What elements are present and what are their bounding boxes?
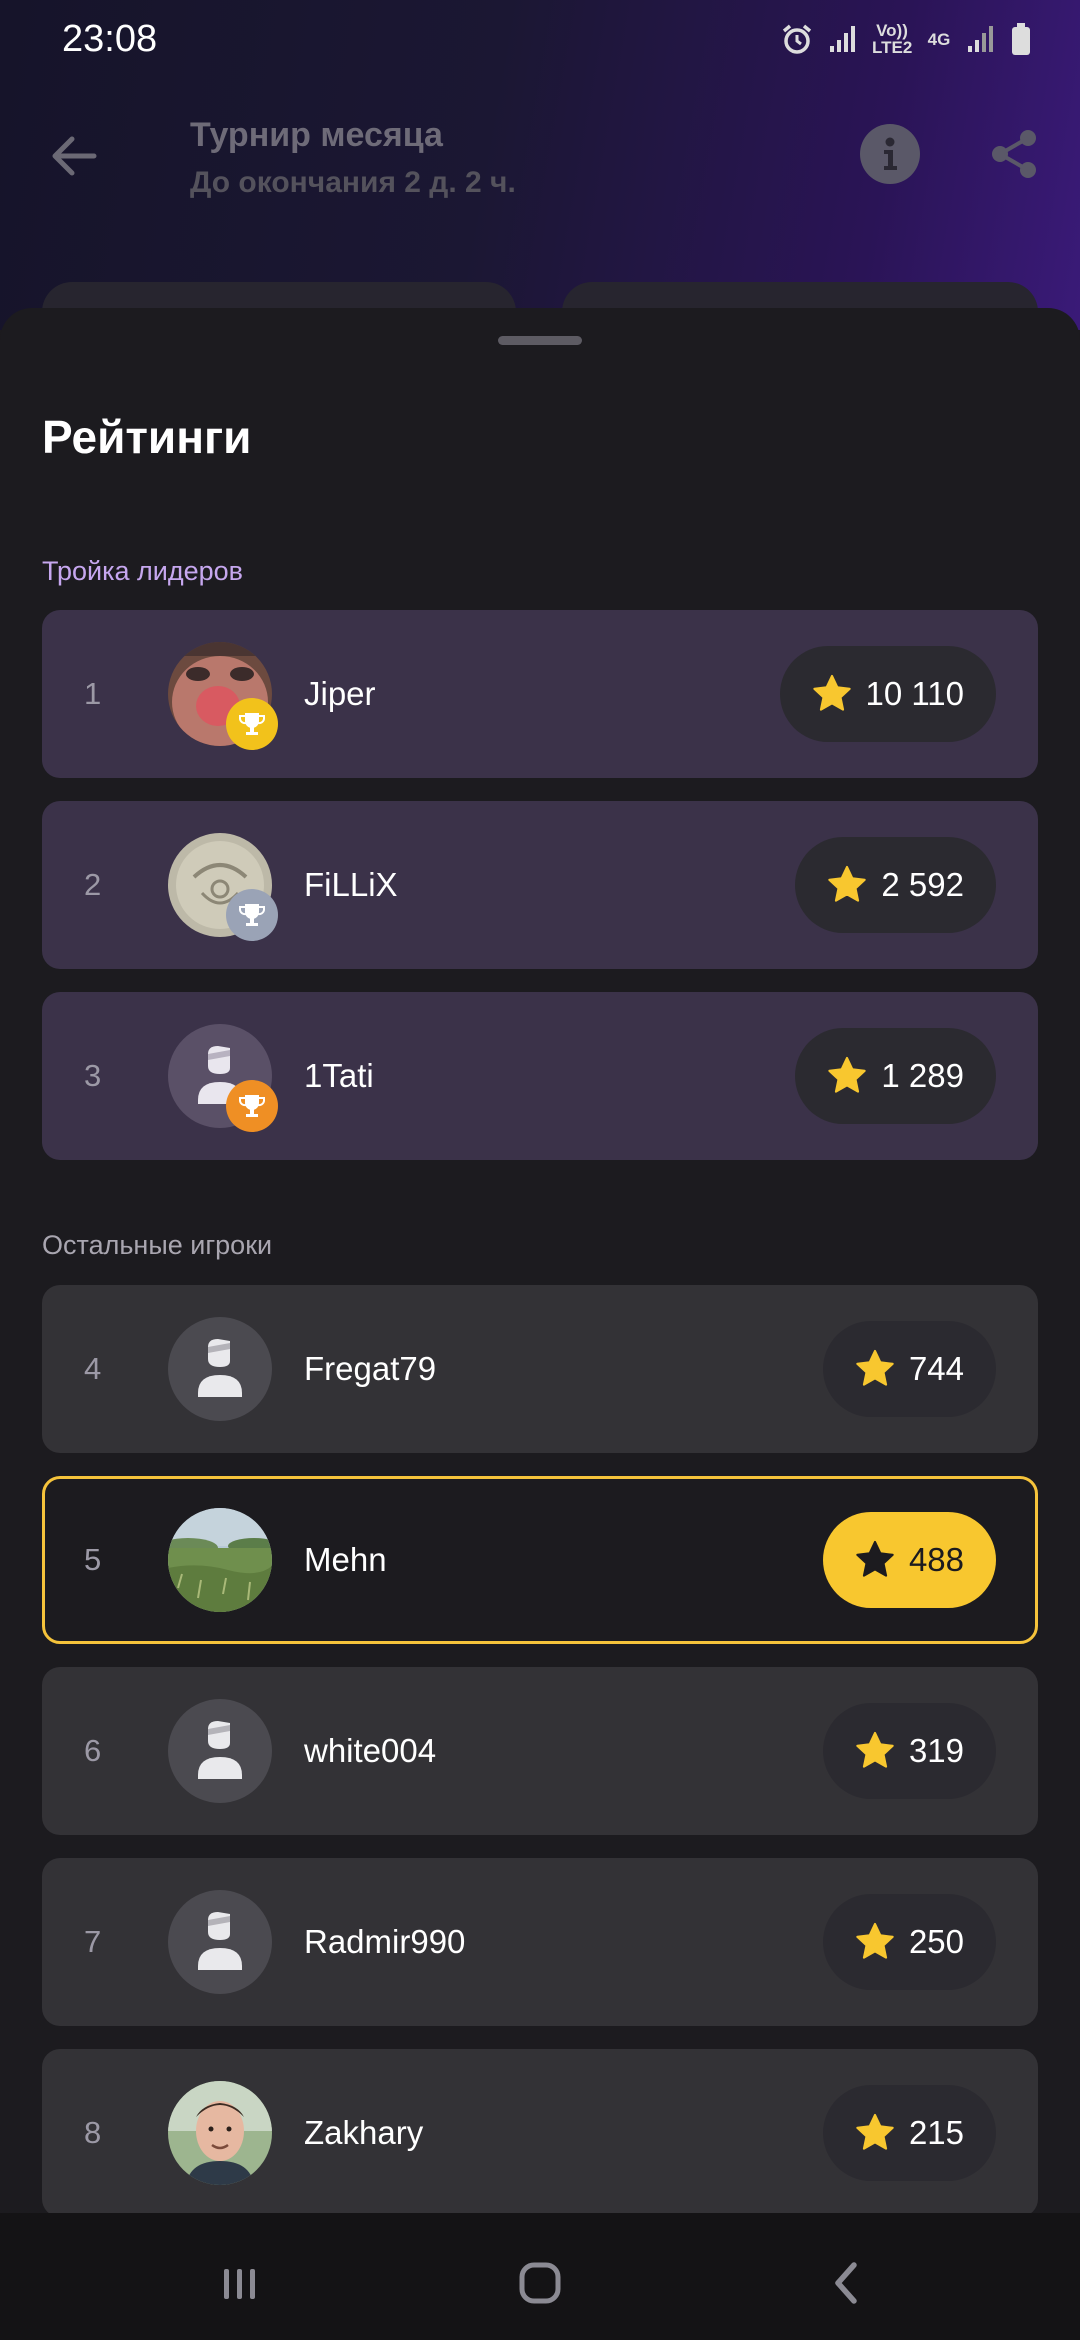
app-bar: Турнир месяца До окончания 2 д. 2 ч. bbox=[0, 100, 1080, 210]
default-avatar bbox=[168, 1890, 272, 1994]
star-icon bbox=[856, 1922, 894, 1959]
star-icon bbox=[812, 674, 851, 711]
alarm-icon bbox=[782, 24, 812, 54]
player-name: white004 bbox=[304, 1732, 437, 1769]
star-icon bbox=[828, 865, 867, 902]
score-value: 1 289 bbox=[881, 1057, 964, 1094]
score-pill: 250 bbox=[822, 1894, 996, 1990]
player-name: Zakhary bbox=[304, 2114, 424, 2151]
rank-number: 7 bbox=[84, 1924, 102, 1959]
leaderboard-row[interactable]: 1 Jiper 10 110 bbox=[42, 610, 1038, 778]
back-arrow-icon[interactable] bbox=[44, 126, 104, 186]
other-section-label: Остальные игроки bbox=[42, 1230, 273, 1260]
rank-number: 5 bbox=[84, 1542, 102, 1577]
star-icon bbox=[828, 1056, 867, 1093]
status-time: 23:08 bbox=[62, 18, 158, 60]
player-name: Fregat79 bbox=[304, 1350, 437, 1387]
rank-number: 4 bbox=[84, 1351, 102, 1386]
status-bar: 23:08 Vo)) LTE2 4G bbox=[0, 0, 1080, 80]
score-value: 2 592 bbox=[881, 866, 964, 903]
score-value: 215 bbox=[908, 2114, 964, 2151]
page-title: Турнир месяца bbox=[190, 116, 443, 154]
leaderboard-row[interactable]: 8 Zakhary 215 bbox=[42, 2049, 1038, 2217]
player-name: Radmir990 bbox=[304, 1923, 466, 1960]
system-navigation-bar bbox=[0, 2213, 1080, 2340]
rank-number: 6 bbox=[84, 1733, 102, 1768]
rank-number: 3 bbox=[84, 1058, 102, 1093]
info-icon bbox=[884, 137, 897, 170]
star-icon bbox=[856, 1349, 894, 1386]
trophy-icon bbox=[239, 904, 265, 926]
silver-trophy-badge bbox=[226, 889, 278, 941]
top-section-label: Тройка лидеров bbox=[42, 556, 243, 586]
trophy-icon bbox=[239, 1095, 265, 1117]
player-name: FiLLiX bbox=[304, 866, 398, 903]
avatar bbox=[168, 2081, 272, 2185]
status-icons: Vo)) LTE2 4G bbox=[780, 22, 1032, 56]
recent-apps-icon[interactable] bbox=[210, 2253, 270, 2313]
star-icon bbox=[856, 1731, 894, 1768]
gold-trophy-badge bbox=[226, 698, 278, 750]
back-icon[interactable] bbox=[816, 2253, 876, 2313]
score-pill: 744 bbox=[822, 1321, 996, 1417]
rank-number: 2 bbox=[84, 867, 102, 902]
signal-icon bbox=[830, 26, 855, 52]
rank-number: 8 bbox=[84, 2115, 102, 2150]
score-value: 319 bbox=[908, 1732, 964, 1769]
score-pill: 215 bbox=[822, 2085, 996, 2181]
drag-handle[interactable] bbox=[498, 336, 582, 345]
home-icon[interactable] bbox=[510, 2253, 570, 2313]
player-name: 1Tati bbox=[304, 1057, 374, 1094]
bronze-trophy-badge bbox=[226, 1080, 278, 1132]
leaderboard-row[interactable]: 6 white004 319 bbox=[42, 1667, 1038, 1835]
player-name: Mehn bbox=[304, 1541, 387, 1578]
star-icon bbox=[856, 1540, 894, 1577]
score-value: 744 bbox=[908, 1350, 964, 1387]
avatar bbox=[168, 1508, 272, 1612]
share-icon[interactable] bbox=[984, 124, 1044, 184]
score-pill: 10 110 bbox=[779, 646, 996, 742]
default-avatar bbox=[168, 1699, 272, 1803]
score-value: 250 bbox=[908, 1923, 964, 1960]
leaderboard-row[interactable]: 3 1Tati 1 289 bbox=[42, 992, 1038, 1160]
leaderboard-row[interactable]: 4 Fregat79 744 bbox=[42, 1285, 1038, 1453]
score-pill: 2 592 bbox=[795, 837, 996, 933]
rank-number: 1 bbox=[84, 676, 102, 711]
network-4g-label: 4G bbox=[927, 29, 951, 49]
sheet-title: Рейтинги bbox=[42, 411, 252, 463]
default-avatar bbox=[168, 1317, 272, 1421]
signal-icon bbox=[968, 26, 993, 52]
info-button[interactable] bbox=[860, 124, 920, 184]
ratings-sheet: Рейтинги Тройка лидеров 1 Jiper 10 110 2… bbox=[0, 308, 1080, 2217]
score-pill-highlighted: 488 bbox=[822, 1512, 996, 1608]
score-value: 488 bbox=[908, 1541, 964, 1578]
score-pill: 319 bbox=[822, 1703, 996, 1799]
leaderboard-row-current-user[interactable]: 5 Mehn 488 bbox=[42, 1476, 1038, 1644]
network-volte-label: Vo)) LTE2 bbox=[872, 21, 913, 57]
score-pill: 1 289 bbox=[795, 1028, 996, 1124]
battery-icon bbox=[1012, 23, 1030, 55]
star-icon bbox=[856, 2113, 894, 2150]
time-remaining: До окончания 2 д. 2 ч. bbox=[190, 166, 516, 199]
score-value: 10 110 bbox=[865, 675, 964, 712]
player-name: Jiper bbox=[304, 675, 376, 712]
leaderboard-row[interactable]: 2 FiLLiX 2 592 bbox=[42, 801, 1038, 969]
trophy-icon bbox=[239, 713, 265, 735]
leaderboard-row[interactable]: 7 Radmir990 250 bbox=[42, 1858, 1038, 2026]
